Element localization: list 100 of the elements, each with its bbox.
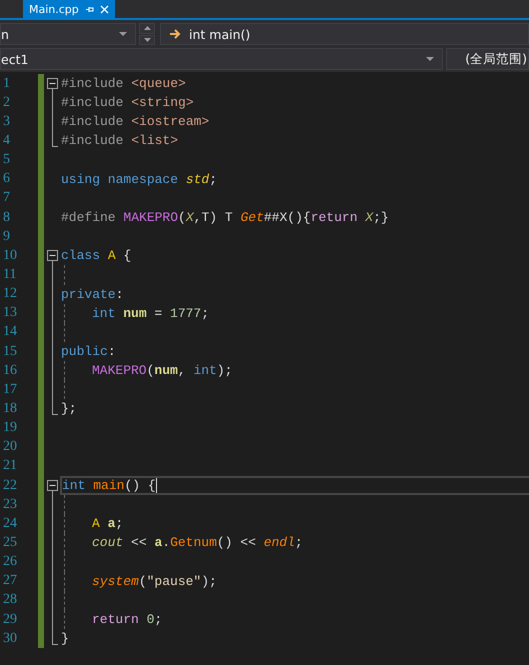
code-token: << — [130, 535, 148, 550]
code-token: #include — [61, 114, 124, 130]
close-icon[interactable] — [100, 4, 109, 14]
line-number: 18 — [2, 400, 18, 417]
code-token: return — [92, 612, 140, 627]
code-token: #include — [61, 133, 124, 148]
code-token: #include — [61, 95, 124, 110]
up-arrow-icon[interactable] — [144, 26, 150, 30]
code-token: return — [310, 210, 358, 226]
code-token: num — [154, 363, 178, 378]
code-token: ,T) T — [194, 210, 234, 226]
code-token: std — [186, 172, 210, 187]
code-token: 1777 — [170, 306, 202, 321]
code-token: <iostream> — [131, 114, 210, 130]
line-number: 25 — [2, 534, 18, 551]
file-tab[interactable]: Main.cpp — [23, 0, 115, 18]
code-token: . — [162, 535, 170, 550]
member-dropdown[interactable]: n — [0, 23, 136, 45]
code-token: ;} — [373, 210, 389, 226]
line-number: 20 — [2, 439, 18, 456]
code-token: : — [108, 344, 116, 360]
caret-icon — [119, 32, 127, 36]
line-number: 3 — [2, 114, 11, 130]
code-token: Get — [240, 210, 264, 226]
code-token: public — [61, 344, 108, 360]
caret-icon — [426, 57, 434, 61]
code-token: Getnum — [170, 535, 217, 550]
arrow-icon — [169, 29, 181, 39]
line-number: 24 — [2, 516, 18, 532]
code-token: X — [186, 210, 194, 226]
collapse-icon[interactable] — [47, 250, 58, 262]
code-token: () << — [216, 535, 257, 550]
code-token: () { — [124, 478, 156, 494]
line-number: 16 — [2, 362, 18, 379]
line-number: 5 — [2, 152, 11, 168]
code-token: = — [153, 306, 164, 321]
code-token: class — [61, 248, 102, 264]
code-token: MAKEPRO — [92, 363, 147, 378]
code-token: }; — [61, 401, 77, 416]
code-token: ; — [209, 172, 218, 187]
code-token: A — [108, 248, 116, 264]
collapse-icon[interactable] — [47, 480, 58, 491]
pin-icon[interactable] — [84, 4, 94, 14]
code-token: ( — [138, 574, 147, 589]
code-token: ; — [154, 612, 162, 627]
code-token: ( — [178, 210, 186, 226]
line-number: 28 — [2, 592, 18, 608]
code-token: 0 — [146, 612, 154, 627]
code-token: int — [193, 363, 217, 378]
code-token: system — [92, 574, 139, 589]
scope-dropdown[interactable]: (全局范围) — [446, 48, 529, 70]
code-token: cout — [92, 535, 124, 550]
line-number: 26 — [2, 554, 18, 570]
code-token: ); — [201, 574, 217, 589]
code-token: ; — [294, 535, 303, 550]
code-token: a — [154, 535, 162, 550]
line-number: 19 — [2, 420, 18, 436]
code-token: <string> — [131, 95, 194, 110]
code-token: : — [116, 286, 124, 302]
line-number: 10 — [2, 248, 18, 264]
code-token: X — [365, 210, 374, 226]
line-number: 27 — [2, 573, 18, 590]
line-number: 6 — [2, 171, 11, 188]
line-number: 2 — [2, 94, 11, 111]
line-number: 11 — [2, 266, 18, 283]
code-token: ##X(){ — [264, 210, 311, 226]
line-number: 29 — [2, 612, 18, 628]
code-token: private — [61, 286, 116, 302]
code-token: MAKEPRO — [123, 210, 178, 226]
code-token: num — [123, 306, 147, 321]
code-token: endl — [264, 535, 295, 550]
line-number: 23 — [2, 496, 18, 513]
line-number: 1 — [2, 76, 11, 92]
line-number: 13 — [2, 305, 18, 322]
code-token: <queue> — [131, 76, 186, 92]
down-arrow-icon[interactable] — [144, 38, 150, 42]
line-number: 8 — [2, 210, 11, 226]
code-token: ; — [201, 306, 210, 321]
code-token: { — [122, 248, 132, 264]
code-token: int — [62, 478, 86, 494]
code-token: , — [178, 363, 187, 378]
line-number: 4 — [2, 132, 11, 149]
code-token: A — [92, 516, 101, 532]
code-token: ); — [216, 363, 232, 378]
line-number: 15 — [2, 344, 18, 360]
line-number: 17 — [2, 382, 18, 398]
line-number: 14 — [2, 324, 18, 340]
code-token: ; — [115, 516, 124, 532]
line-number: 7 — [2, 190, 11, 206]
project-dropdown[interactable]: ect1 — [0, 48, 443, 70]
line-number: 12 — [2, 286, 18, 302]
collapse-icon[interactable] — [47, 78, 58, 89]
code-token: #define — [61, 210, 117, 226]
line-number: 21 — [2, 458, 18, 474]
code-token: <list> — [131, 133, 178, 148]
code-token: #include — [61, 76, 124, 92]
code-token: a — [108, 516, 116, 532]
code-token: using namespace — [61, 172, 180, 187]
function-dropdown[interactable]: int main() — [160, 23, 529, 45]
code-token: main — [93, 478, 124, 494]
